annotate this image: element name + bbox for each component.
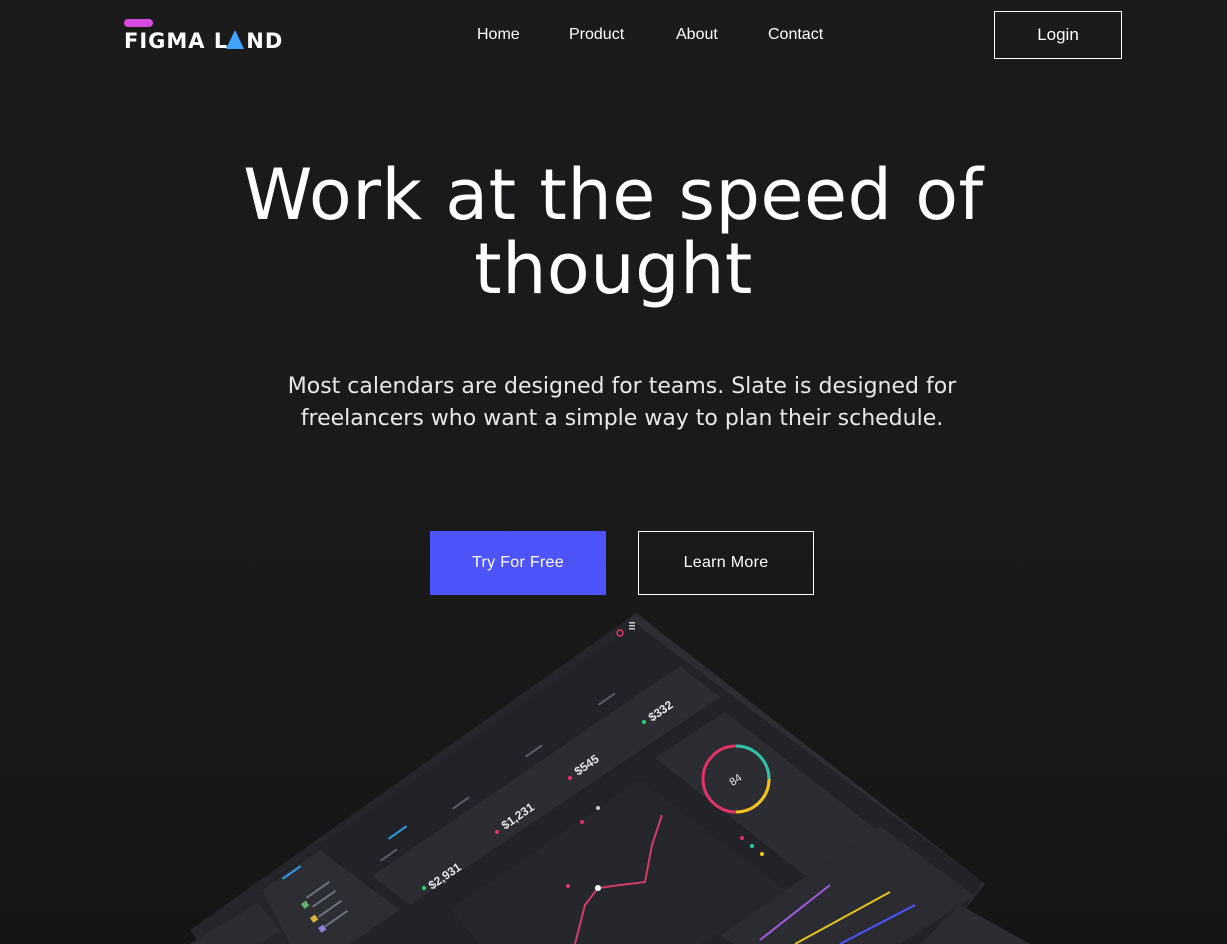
- nav-home-link[interactable]: Home: [477, 24, 520, 46]
- hero-subhead: Most calendars are designed for teams. S…: [263, 371, 981, 435]
- hero-subhead-line2: freelancers who want a simple way to pla…: [300, 406, 944, 431]
- hero-headline-line2: thought: [474, 228, 753, 310]
- login-button[interactable]: Login: [994, 11, 1122, 59]
- nav-about-link[interactable]: About: [676, 24, 718, 46]
- nav-product-link[interactable]: Product: [569, 24, 624, 46]
- dashboard-mockup-graphic: $2,931 $1,231 $545 $332 84: [190, 613, 1030, 944]
- dashboard-mockup-image: $2,931 $1,231 $545 $332 84: [0, 600, 1227, 944]
- learn-more-button[interactable]: Learn More: [638, 531, 814, 595]
- hero-headline: Work at the speed of thought: [0, 158, 1227, 306]
- hero-subhead-line1: Most calendars are designed for teams. S…: [287, 374, 957, 399]
- hero-headline-line1: Work at the speed of: [243, 154, 984, 236]
- nav-contact-link[interactable]: Contact: [768, 24, 823, 46]
- try-for-free-button[interactable]: Try For Free: [430, 531, 606, 595]
